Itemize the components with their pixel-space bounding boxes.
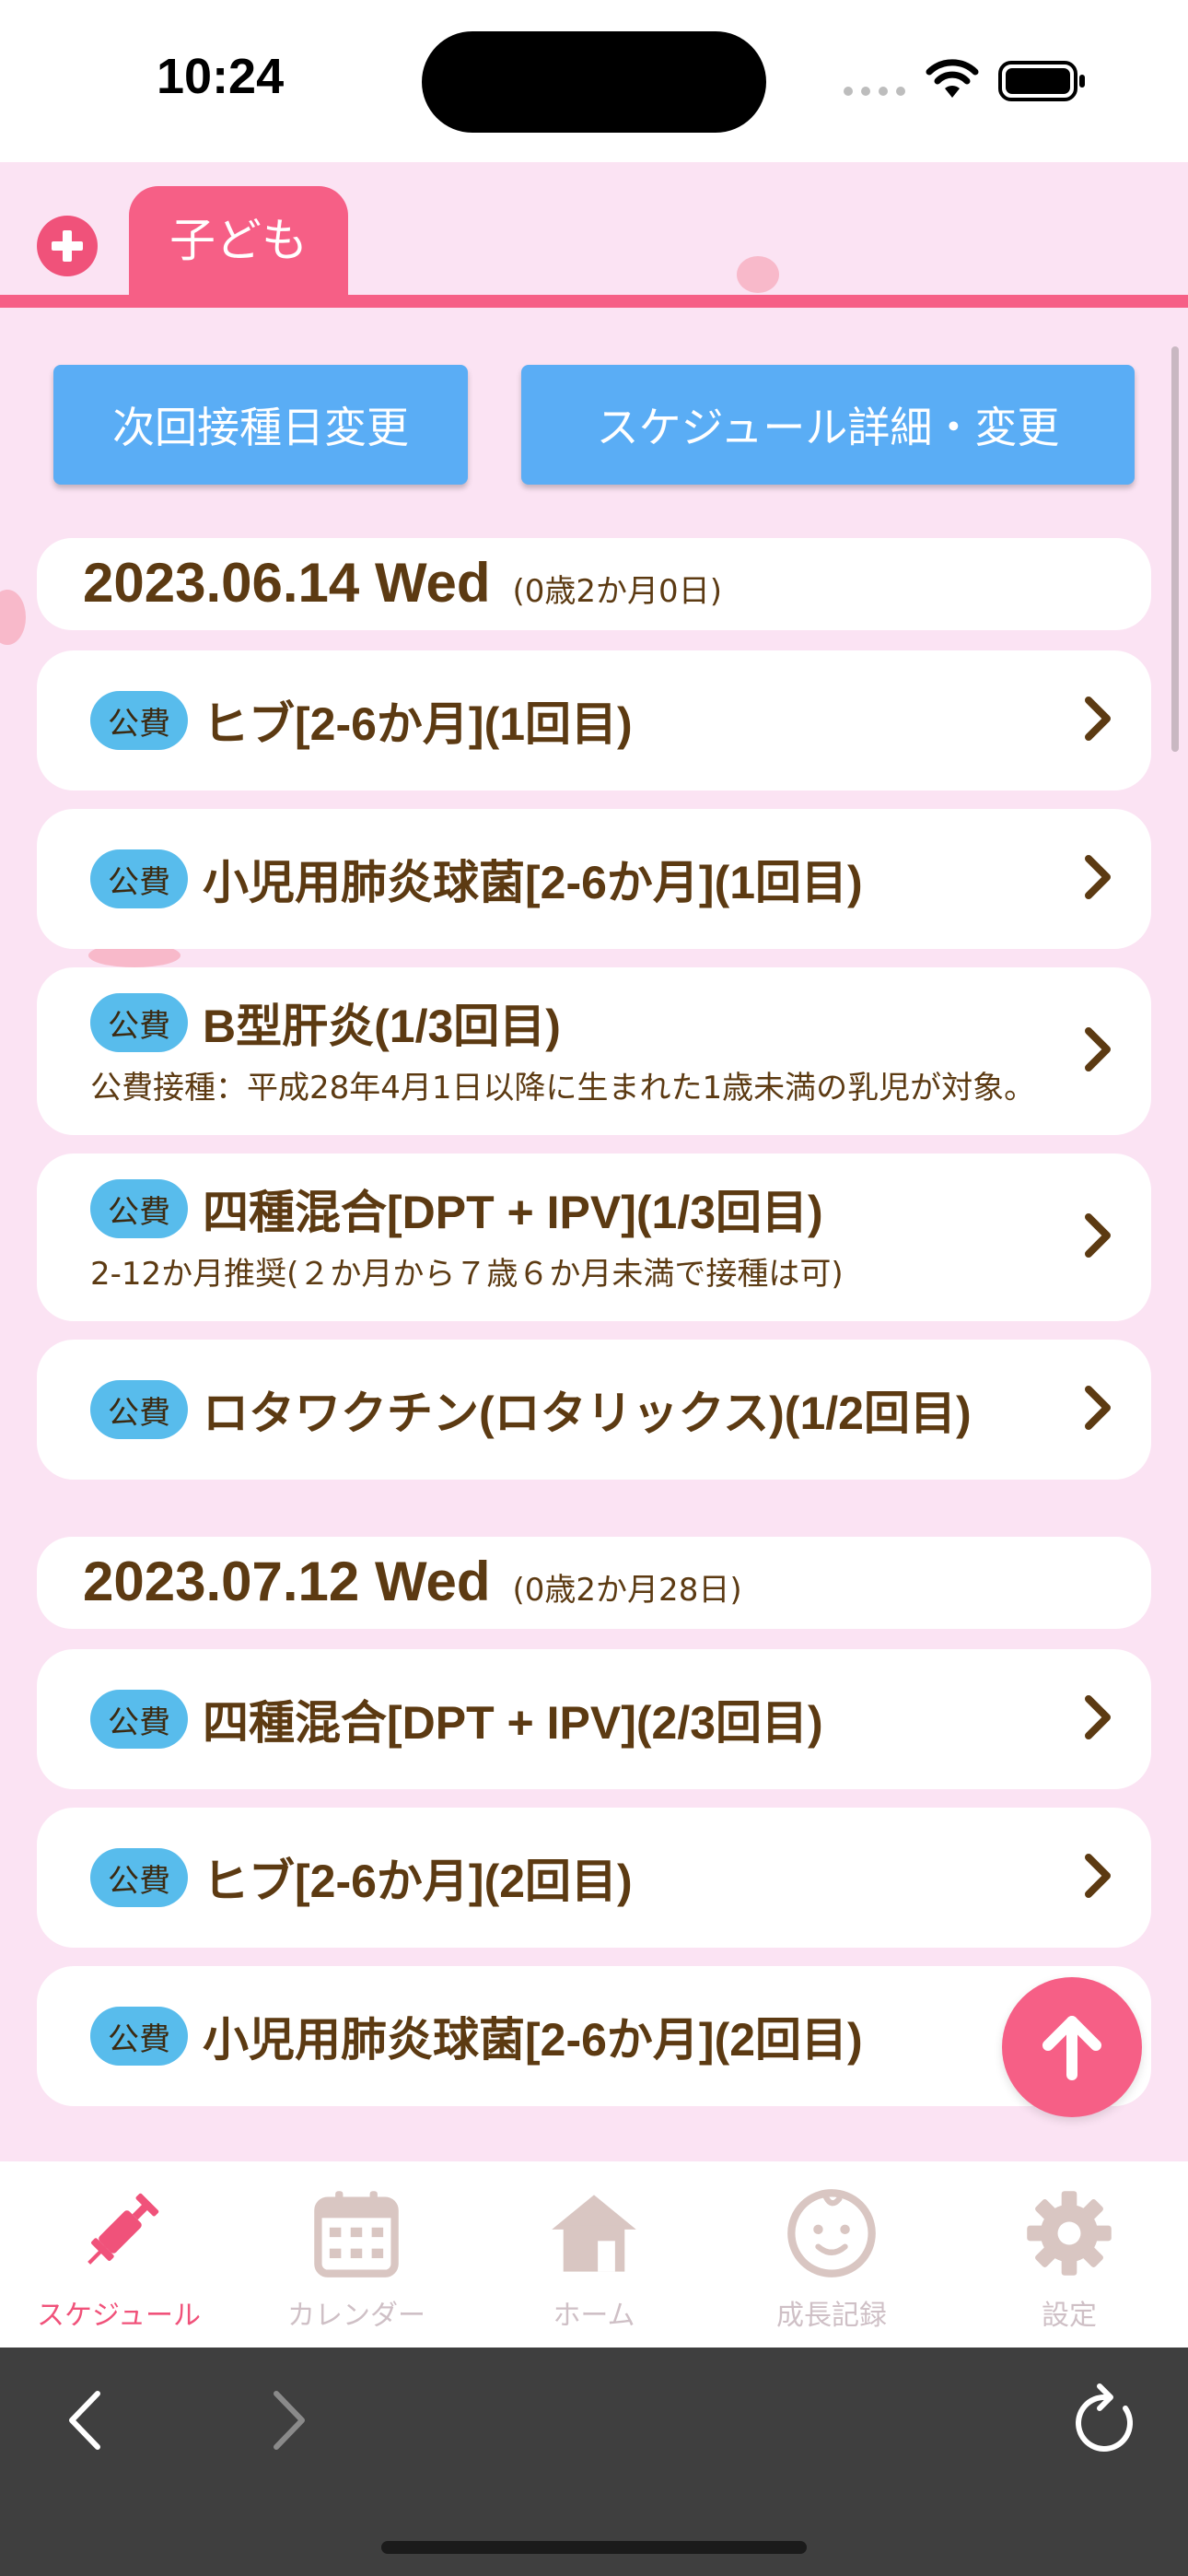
nav-item-home[interactable]: ホーム [475, 2161, 713, 2348]
vaccine-title-row: 公費 四種混合[DPT + IPV](2/3回目) [90, 1686, 1041, 1752]
vaccine-name: B型肝炎(1/3回目) [203, 1001, 561, 1052]
date-header: 2023.07.12 Wed (0歳2か月28日) [37, 1537, 1151, 1629]
vaccine-note: 2-12か月推奨(２か月から７歳６か月未満で接種は可) [90, 1256, 844, 1293]
next-vaccination-date-button[interactable]: 次回接種日変更 [53, 365, 468, 485]
schedule-list: 2023.06.14 Wed (0歳2か月0日) 公費 ヒブ[2-6か月](1回目) 公… [37, 538, 1151, 2156]
sakura-decoration [737, 256, 779, 293]
chevron-right-icon [1083, 1852, 1114, 1903]
status-bar: 10:24 [0, 0, 1188, 162]
child-tabs: 子ども [0, 162, 1188, 310]
date-header: 2023.06.14 Wed (0歳2か月0日) [37, 538, 1151, 630]
vaccine-title-row: 公費 ヒブ[2-6か月](1回目) [90, 687, 1041, 754]
vaccine-name: 四種混合[DPT + IPV](1/3回目) [203, 1187, 823, 1238]
vaccine-name: 小児用肺炎球菌[2-6か月](1回目) [203, 857, 863, 908]
vaccine-title-row: 公費 小児用肺炎球菌[2-6か月](1回目) [90, 846, 1041, 912]
public-funded-badge: 公費 [90, 993, 188, 1052]
status-time: 10:24 [157, 49, 285, 104]
vaccine-name: ヒブ[2-6か月](1回目) [203, 698, 633, 750]
calendar-icon [314, 2191, 399, 2277]
add-child-button[interactable] [37, 216, 98, 276]
nav-label: 成長記録 [776, 2300, 887, 2332]
scroll-top-button[interactable] [1002, 1977, 1142, 2117]
vaccine-name: ロタワクチン(ロタリックス)(1/2回目) [203, 1388, 972, 1439]
sakura-decoration [0, 590, 26, 645]
dynamic-island [422, 31, 766, 133]
syringe-icon [87, 2193, 159, 2265]
public-funded-badge: 公費 [90, 849, 188, 908]
tab-underline [0, 295, 1188, 308]
scrollbar[interactable] [1171, 346, 1179, 752]
nav-label: ホーム [553, 2300, 635, 2332]
vaccine-item[interactable]: 公費 四種混合[DPT + IPV](2/3回目) [37, 1649, 1151, 1789]
tab-child[interactable]: 子ども [129, 186, 348, 299]
public-funded-badge: 公費 [90, 1848, 188, 1907]
schedule-date: 2023.06.14 Wed [83, 552, 491, 614]
public-funded-badge: 公費 [90, 1690, 188, 1749]
vaccine-name: ヒブ[2-6か月](2回目) [203, 1856, 633, 1907]
vaccine-item[interactable]: 公費 ヒブ[2-6か月](2回目) [37, 1808, 1151, 1948]
vaccine-item[interactable]: 公費 小児用肺炎球菌[2-6か月](1回目) [37, 809, 1151, 949]
bottom-nav: スケジュール カレンダー ホーム 成長記録 設定 [0, 2161, 1188, 2348]
vaccine-title-row: 公費 ヒブ[2-6か月](2回目) [90, 1844, 1041, 1911]
vaccine-name: 小児用肺炎球菌[2-6か月](2回目) [203, 2014, 863, 2066]
vaccine-note: 公費接種：平成28年4月1日以降に生まれた1歳未満の乳児が対象。 [90, 1070, 1036, 1107]
nav-label: スケジュール [37, 2300, 201, 2332]
nav-item-calendar[interactable]: カレンダー [238, 2161, 475, 2348]
nav-item-growth[interactable]: 成長記録 [713, 2161, 950, 2348]
chevron-right-icon [1083, 1384, 1114, 1435]
vaccine-item[interactable]: 公費 ヒブ[2-6か月](1回目) [37, 650, 1151, 790]
nav-label: 設定 [1042, 2300, 1097, 2332]
child-age: (0歳2か月28日) [512, 1572, 742, 1609]
schedule-detail-button[interactable]: スケジュール詳細・変更 [521, 365, 1135, 485]
schedule-date: 2023.07.12 Wed [83, 1551, 491, 1612]
chevron-right-icon [1083, 1212, 1114, 1263]
public-funded-badge: 公費 [90, 1380, 188, 1439]
chevron-right-icon [1083, 853, 1114, 905]
vaccine-title-row: 公費 四種混合[DPT + IPV](1/3回目) [90, 1176, 1041, 1242]
chevron-right-icon [1083, 1693, 1114, 1745]
nav-item-schedule[interactable]: スケジュール [0, 2161, 238, 2348]
chevron-right-icon [1083, 1025, 1114, 1077]
vaccine-title-row: 公費 小児用肺炎球菌[2-6か月](2回目) [90, 2003, 1041, 2069]
gear-icon [1027, 2191, 1112, 2276]
child-age: (0歳2か月0日) [512, 573, 722, 610]
vaccine-item[interactable]: 公費 小児用肺炎球菌[2-6か月](2回目) [37, 1966, 1151, 2106]
baby-face-icon [787, 2189, 876, 2277]
vaccine-title-row: 公費 ロタワクチン(ロタリックス)(1/2回目) [90, 1376, 1041, 1443]
vaccine-title-row: 公費 B型肝炎(1/3回目) [90, 989, 1041, 1056]
vaccine-item[interactable]: 公費 四種混合[DPT + IPV](1/3回目) 2-12か月推奨(２か月から７歳… [37, 1153, 1151, 1321]
public-funded-badge: 公費 [90, 1179, 188, 1238]
plus-circle-icon [52, 230, 83, 262]
reload-icon[interactable] [1068, 2381, 1140, 2458]
home-indicator [381, 2541, 807, 2554]
public-funded-badge: 公費 [90, 2007, 188, 2066]
battery-icon [998, 61, 1085, 101]
home-icon [552, 2195, 636, 2272]
vaccine-item[interactable]: 公費 B型肝炎(1/3回目) 公費接種：平成28年4月1日以降に生まれた1歳未満の乳… [37, 967, 1151, 1135]
public-funded-badge: 公費 [90, 691, 188, 750]
arrow-up-icon [1042, 2016, 1101, 2080]
vaccine-name: 四種混合[DPT + IPV](2/3回目) [203, 1697, 823, 1749]
vaccine-item[interactable]: 公費 ロタワクチン(ロタリックス)(1/2回目) [37, 1340, 1151, 1480]
chevron-right-icon [1083, 695, 1114, 746]
forward-icon[interactable] [269, 2388, 309, 2453]
nav-item-settings[interactable]: 設定 [950, 2161, 1188, 2348]
wifi-icon [926, 59, 979, 98]
nav-label: カレンダー [287, 2300, 425, 2332]
back-icon[interactable] [64, 2388, 105, 2453]
cellular-signal-icon [844, 87, 905, 96]
